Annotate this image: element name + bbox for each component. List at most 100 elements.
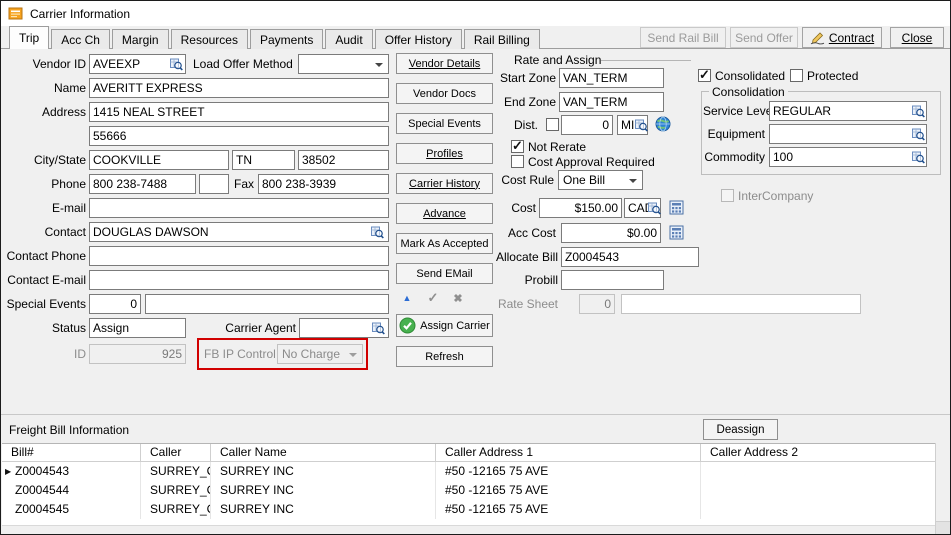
tab-strip: Trip Acc Ch Margin Resources Payments Au…	[1, 26, 950, 49]
send-email-button[interactable]: Send EMail	[396, 263, 493, 284]
email-field[interactable]	[89, 198, 389, 218]
accept-check-icon[interactable]: ✓	[422, 290, 444, 306]
vendor-id-lookup-icon[interactable]	[169, 56, 184, 72]
dist-checkbox[interactable]	[546, 118, 559, 131]
probill-label: Probill	[496, 270, 558, 290]
deassign-label: Deassign	[717, 424, 765, 436]
tab-audit[interactable]: Audit	[325, 29, 372, 49]
dist-field[interactable]	[561, 115, 613, 135]
contract-button[interactable]: Contract	[802, 27, 882, 48]
not-rerate-checkbox[interactable]	[511, 140, 524, 153]
service-level-field[interactable]	[769, 101, 927, 121]
equipment-field[interactable]	[769, 124, 927, 144]
end-zone-field[interactable]	[559, 92, 664, 112]
address2-field[interactable]	[89, 126, 389, 146]
vendor-details-button[interactable]: Vendor Details	[396, 53, 493, 74]
cell-caller-address-1: #50 -12165 75 AVE	[436, 462, 701, 481]
acc-cost-field[interactable]	[561, 223, 661, 243]
table-row[interactable]: ▶Z0004543 SURREY_CU SURREY INC #50 -1216…	[2, 462, 935, 481]
commodity-lookup-icon[interactable]	[911, 149, 925, 165]
city-field[interactable]	[89, 150, 229, 170]
consolidated-checkbox[interactable]	[698, 69, 711, 82]
load-offer-method-select[interactable]	[298, 54, 389, 74]
cost-approval-checkbox[interactable]	[511, 155, 524, 168]
address1-field[interactable]	[89, 102, 389, 122]
fax-field[interactable]	[258, 174, 389, 194]
send-offer-button[interactable]: Send Offer	[730, 27, 798, 48]
cost-rule-select[interactable]: One Bill	[558, 170, 643, 190]
carrier-history-button[interactable]: Carrier History	[396, 173, 493, 194]
zip-field[interactable]	[298, 150, 389, 170]
table-row[interactable]: Z0004544 SURREY_CU SURREY INC #50 -12165…	[2, 481, 935, 500]
name-field[interactable]	[89, 78, 389, 98]
close-button[interactable]: Close	[890, 27, 944, 48]
acc-cost-calculator-icon[interactable]	[668, 224, 685, 241]
cost-label: Cost	[496, 198, 536, 218]
tab-acc-ch[interactable]: Acc Ch	[51, 29, 110, 49]
special-events-button[interactable]: Special Events	[396, 113, 493, 134]
cost-calculator-icon[interactable]	[668, 199, 685, 216]
contact-lookup-icon[interactable]	[370, 224, 385, 240]
globe-icon[interactable]	[654, 115, 671, 132]
title-bar: Carrier Information	[1, 1, 950, 26]
column-header-caller[interactable]: Caller	[141, 444, 211, 461]
mark-as-accepted-label: Mark As Accepted	[400, 238, 488, 250]
grid-footer-strip	[2, 525, 935, 534]
status-field[interactable]	[89, 318, 186, 338]
vertical-scrollbar[interactable]	[935, 443, 950, 534]
bill-value: Z0004544	[15, 483, 69, 497]
probill-field[interactable]	[561, 270, 664, 290]
special-events-count-field[interactable]	[89, 294, 141, 314]
end-zone-label: End Zone	[496, 92, 556, 112]
assign-carrier-button[interactable]: Assign Carrier	[396, 314, 493, 337]
tab-resources[interactable]: Resources	[171, 29, 248, 49]
service-level-lookup-icon[interactable]	[911, 103, 925, 119]
move-up-icon[interactable]: ▲	[396, 290, 418, 306]
start-zone-field[interactable]	[559, 68, 664, 88]
tab-rail-billing[interactable]: Rail Billing	[464, 29, 540, 49]
state-field[interactable]	[232, 150, 295, 170]
intercompany-checkbox	[721, 189, 734, 202]
tab-trip[interactable]: Trip	[9, 26, 49, 49]
vendor-docs-button[interactable]: Vendor Docs	[396, 83, 493, 104]
tab-offer-history[interactable]: Offer History	[375, 29, 462, 49]
contact-phone-field[interactable]	[89, 246, 389, 266]
cost-rule-label: Cost Rule	[498, 170, 554, 190]
tab-margin[interactable]: Margin	[112, 29, 169, 49]
contact-phone-label: Contact Phone	[3, 246, 86, 266]
table-row[interactable]: Z0004545 SURREY_CU SURREY INC #50 -12165…	[2, 500, 935, 519]
special-events-text-field[interactable]	[145, 294, 389, 314]
column-header-caller-address-1[interactable]: Caller Address 1	[436, 444, 701, 461]
phone-field[interactable]	[89, 174, 196, 194]
id-field	[89, 344, 186, 364]
contact-email-field[interactable]	[89, 270, 389, 290]
deassign-button[interactable]: Deassign	[703, 419, 778, 440]
profiles-button[interactable]: Profiles	[396, 143, 493, 164]
protected-checkbox[interactable]	[790, 69, 803, 82]
currency-lookup-icon[interactable]	[647, 200, 661, 216]
cancel-x-icon[interactable]: ✖	[447, 290, 469, 306]
allocate-bill-field[interactable]	[561, 247, 699, 267]
cost-field[interactable]	[539, 198, 622, 218]
phone-ext-field[interactable]	[199, 174, 229, 194]
cell-caller-address-2	[701, 462, 935, 481]
refresh-button[interactable]: Refresh	[396, 346, 493, 367]
advance-label: Advance	[423, 208, 466, 220]
equipment-lookup-icon[interactable]	[911, 126, 925, 142]
column-header-caller-name[interactable]: Caller Name	[211, 444, 436, 461]
tab-payments[interactable]: Payments	[250, 29, 323, 49]
commodity-field[interactable]	[769, 147, 927, 167]
dist-unit-lookup-icon[interactable]	[634, 117, 648, 133]
bill-value: Z0004545	[15, 502, 69, 516]
column-header-caller-address-2[interactable]: Caller Address 2	[701, 444, 935, 461]
load-offer-method-label: Load Offer Method	[193, 54, 295, 74]
send-rail-bill-button[interactable]: Send Rail Bill	[640, 27, 726, 48]
mark-as-accepted-button[interactable]: Mark As Accepted	[396, 233, 493, 254]
column-header-bill[interactable]: Bill#	[2, 444, 141, 461]
bill-value: Z0004543	[15, 464, 69, 478]
status-label: Status	[3, 318, 86, 338]
profiles-label: Profiles	[426, 148, 463, 160]
carrier-agent-lookup-icon[interactable]	[371, 320, 386, 336]
contact-field[interactable]	[89, 222, 389, 242]
advance-button[interactable]: Advance	[396, 203, 493, 224]
